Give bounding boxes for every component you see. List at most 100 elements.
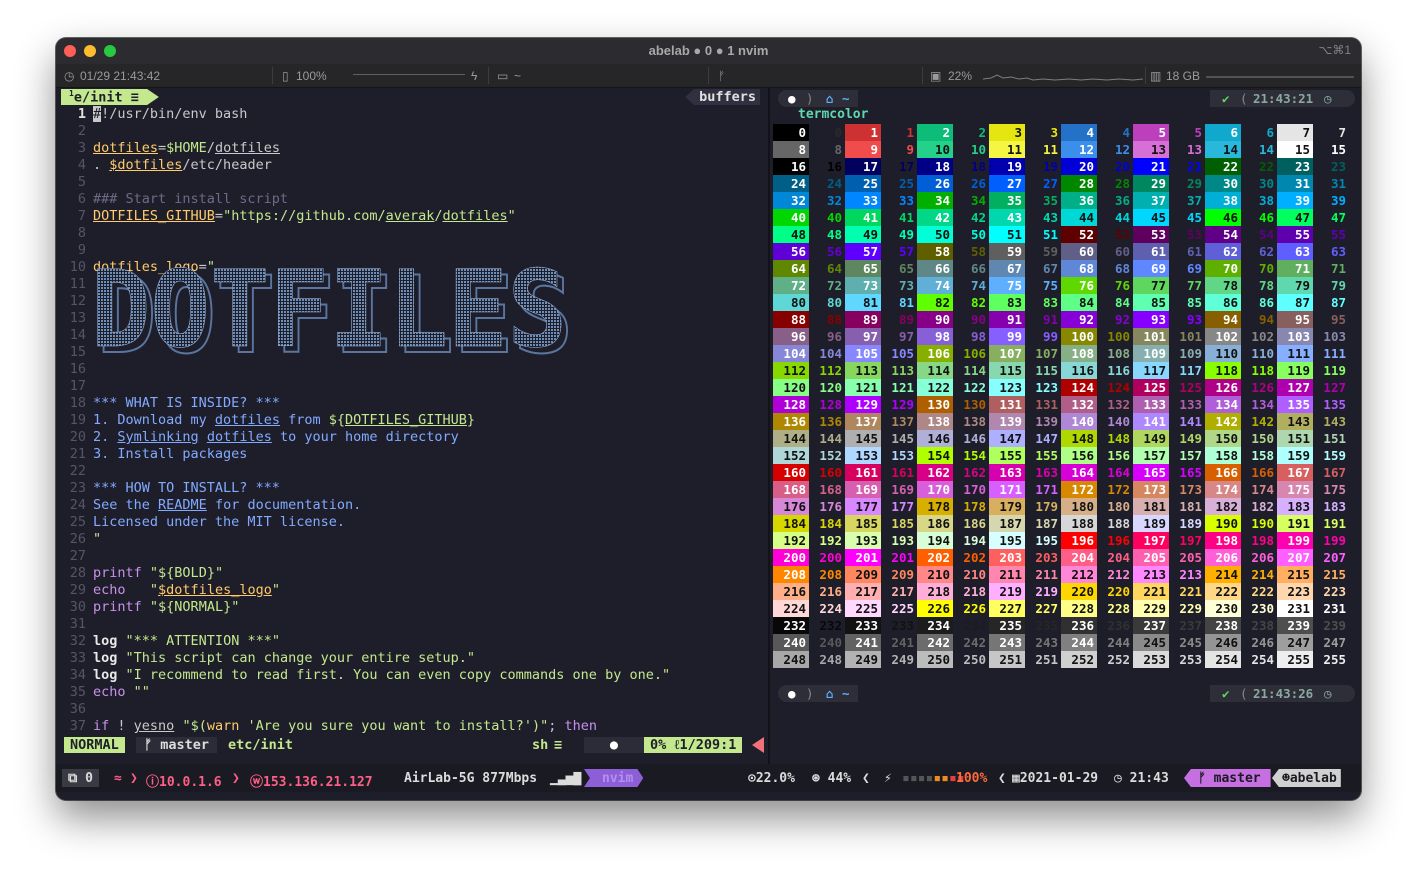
color-swatch-146: 146 xyxy=(917,430,953,447)
status-memory: 18 GB xyxy=(1166,69,1201,83)
color-swatch-4: 4 xyxy=(1061,124,1097,141)
color-swatch-210: 210 xyxy=(917,566,953,583)
color-swatch-23: 23 xyxy=(1277,158,1313,175)
color-swatch-120: 120 xyxy=(773,379,809,396)
color-label-34: 34 xyxy=(970,193,986,208)
color-label-179: 179 xyxy=(1035,499,1058,514)
vim-branch: ᚠ master xyxy=(136,737,218,753)
color-label-201: 201 xyxy=(891,550,914,565)
tab-init[interactable]: 1e/init ≡ xyxy=(61,89,159,105)
vim-filetype: sh xyxy=(532,737,549,753)
tmux-branch: ᚠ master xyxy=(1184,769,1271,787)
color-label-212: 212 xyxy=(1107,567,1130,582)
color-label-250: 250 xyxy=(963,652,986,667)
color-label-169: 169 xyxy=(891,482,914,497)
color-label-186: 186 xyxy=(963,516,986,531)
code-line: See the README for documentation. xyxy=(93,497,362,513)
wifi-signal-icon: ▁▃▅▇ xyxy=(550,771,582,786)
color-label-44: 44 xyxy=(1114,210,1130,225)
color-swatch-182: 182 xyxy=(1205,498,1241,515)
color-label-141: 141 xyxy=(1179,414,1202,429)
color-swatch-30: 30 xyxy=(1205,175,1241,192)
folder-icon: ▭ xyxy=(497,69,509,83)
color-swatch-104: 104 xyxy=(773,345,809,362)
color-label-128: 128 xyxy=(819,397,842,412)
color-swatch-206: 206 xyxy=(1205,549,1241,566)
color-label-21: 21 xyxy=(1186,159,1202,174)
color-swatch-73: 73 xyxy=(845,277,881,294)
color-swatch-229: 229 xyxy=(1133,600,1169,617)
tmux-window-nvim[interactable]: nvim xyxy=(584,769,644,787)
color-swatch-50: 50 xyxy=(917,226,953,243)
color-label-242: 242 xyxy=(963,635,986,650)
color-label-140: 140 xyxy=(1107,414,1130,429)
color-label-196: 196 xyxy=(1107,533,1130,548)
color-label-208: 208 xyxy=(819,567,842,582)
color-swatch-80: 80 xyxy=(773,294,809,311)
color-swatch-162: 162 xyxy=(917,464,953,481)
color-swatch-129: 129 xyxy=(845,396,881,413)
color-swatch-6: 6 xyxy=(1205,124,1241,141)
color-label-117: 117 xyxy=(1179,363,1202,378)
color-swatch-148: 148 xyxy=(1061,430,1097,447)
line-number: 2 xyxy=(77,123,86,139)
color-label-176: 176 xyxy=(819,499,842,514)
color-label-31: 31 xyxy=(1330,176,1346,191)
color-swatch-13: 13 xyxy=(1133,141,1169,158)
color-label-142: 142 xyxy=(1251,414,1274,429)
color-swatch-52: 52 xyxy=(1061,226,1097,243)
line-number: 19 xyxy=(69,412,86,428)
color-swatch-14: 14 xyxy=(1205,141,1241,158)
buffers-label[interactable]: buffers xyxy=(685,89,760,105)
color-label-159: 159 xyxy=(1323,448,1346,463)
color-swatch-71: 71 xyxy=(1277,260,1313,277)
color-swatch-126: 126 xyxy=(1205,379,1241,396)
code-line: DOTFILES_GITHUB="https://github.com/aver… xyxy=(93,208,516,224)
color-swatch-5: 5 xyxy=(1133,124,1169,141)
color-swatch-75: 75 xyxy=(989,277,1025,294)
color-label-129: 129 xyxy=(891,397,914,412)
color-label-74: 74 xyxy=(970,278,986,293)
line-number: 5 xyxy=(77,174,86,190)
color-label-28: 28 xyxy=(1114,176,1130,191)
color-label-22: 22 xyxy=(1258,159,1274,174)
color-label-121: 121 xyxy=(891,380,914,395)
color-label-10: 10 xyxy=(970,142,986,157)
color-label-225: 225 xyxy=(891,601,914,616)
color-swatch-132: 132 xyxy=(1061,396,1097,413)
color-label-9: 9 xyxy=(906,142,914,157)
command-text: termcolor xyxy=(798,107,869,122)
editor-pane[interactable]: 1e/init ≡ buffers 1 #!/usr/bin/env bash 2 3… xyxy=(56,88,768,764)
line-number: 23 xyxy=(69,480,86,496)
terminal-pane[interactable]: ● ) ⌂ ~ ✔ ( 21:43:21 ◷ termcolor 0011223… xyxy=(770,88,1361,764)
tmux-date: ▦2021-01-29 xyxy=(1012,771,1099,786)
plug-icon: ⚡ xyxy=(884,771,892,786)
color-label-135: 135 xyxy=(1323,397,1346,412)
color-label-185: 185 xyxy=(891,516,914,531)
color-swatch-34: 34 xyxy=(917,192,953,209)
color-label-187: 187 xyxy=(1035,516,1058,531)
color-swatch-116: 116 xyxy=(1061,362,1097,379)
color-label-35: 35 xyxy=(1042,193,1058,208)
color-swatch-63: 63 xyxy=(1277,243,1313,260)
color-label-49: 49 xyxy=(898,227,914,242)
color-label-241: 241 xyxy=(891,635,914,650)
color-swatch-32: 32 xyxy=(773,192,809,209)
color-swatch-79: 79 xyxy=(1277,277,1313,294)
color-swatch-131: 131 xyxy=(989,396,1025,413)
color-label-189: 189 xyxy=(1179,516,1202,531)
color-swatch-219: 219 xyxy=(989,583,1025,600)
line-number: 27 xyxy=(69,548,86,564)
color-label-60: 60 xyxy=(1114,244,1130,259)
clock-icon: ◷ xyxy=(1324,91,1332,106)
color-label-228: 228 xyxy=(1107,601,1130,616)
color-label-95: 95 xyxy=(1330,312,1346,327)
color-swatch-185: 185 xyxy=(845,515,881,532)
color-label-57: 57 xyxy=(898,244,914,259)
color-swatch-21: 21 xyxy=(1133,158,1169,175)
color-swatch-202: 202 xyxy=(917,549,953,566)
public-ip: ⓦ153.136.21.127 xyxy=(250,775,373,790)
color-label-39: 39 xyxy=(1330,193,1346,208)
color-label-33: 33 xyxy=(898,193,914,208)
color-swatch-17: 17 xyxy=(845,158,881,175)
